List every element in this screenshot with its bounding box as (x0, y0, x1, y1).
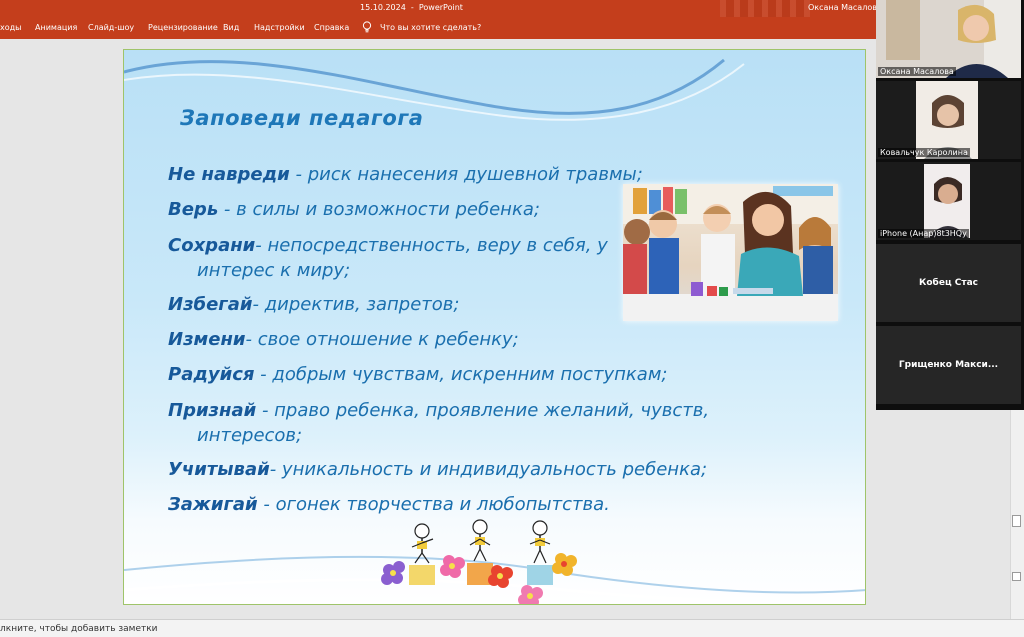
commandment-line: Радуйся - добрым чувствам, искренним пос… (168, 364, 667, 385)
commandment-text: - огонек творчества и любопытства. (257, 494, 610, 515)
participant-tile[interactable]: Ковальчук Каролина (876, 81, 1021, 159)
tab-review[interactable]: Рецензирование (148, 23, 218, 32)
commandment-keyword: Сохрани (168, 235, 256, 256)
commandment-line: Не навреди - риск нанесения душевной тра… (168, 164, 643, 185)
notes-placeholder: лкните, чтобы добавить заметки (0, 624, 158, 634)
commandment-text: - уникальность и индивидуальность ребенк… (269, 459, 708, 480)
participant-name: Грищенко Макси... (898, 360, 999, 370)
participant-tile[interactable]: iPhone (Анар)8t3HQy (876, 162, 1021, 240)
tab-slideshow[interactable]: Слайд-шоу (88, 23, 134, 32)
commandment-keyword: Зажигай (168, 494, 258, 515)
commandment-continuation: интересов; (197, 425, 302, 446)
participant-tile[interactable]: Грищенко Макси... (876, 326, 1021, 404)
participant-name: Кобец Стас (919, 278, 978, 288)
participants-panel: Оксана Масалова Ковальчук Каролина iPhon… (876, 0, 1024, 410)
participant-name: Оксана Масалова (878, 67, 956, 76)
tab-addins[interactable]: Надстройки (254, 23, 305, 32)
tab-transitions[interactable]: ходы (0, 23, 21, 32)
commandment-text: - право ребенка, проявление желаний, чув… (256, 400, 710, 421)
tell-me-search[interactable]: Что вы хотите сделать? (380, 23, 481, 32)
tab-animation[interactable]: Анимация (35, 23, 77, 32)
commandment-continuation: интерес к миру; (197, 260, 350, 281)
commandment-text: - свое отношение к ребенку; (245, 329, 519, 350)
commandment-line: Верь - в силы и возможности ребенка; (168, 199, 540, 220)
lightbulb-icon (362, 21, 372, 33)
scrollbar-down-arrow[interactable] (1012, 572, 1021, 581)
teacher-children-photo (623, 184, 838, 321)
title-bar-decoration (720, 0, 810, 17)
slide-title: Заповеди педагога (180, 106, 424, 130)
cartoon-kids-flowers (381, 519, 577, 604)
commandment-keyword: Радуйся (168, 364, 255, 385)
tab-help[interactable]: Справка (314, 23, 349, 32)
commandment-line: Избегай- директив, запретов; (168, 294, 459, 315)
ribbon-tabs: ходы Анимация Слайд-шоу Рецензирование В… (0, 17, 1024, 39)
commandment-text: интерес к миру; (197, 260, 351, 281)
tab-view[interactable]: Вид (223, 23, 239, 32)
slide-canvas[interactable]: Заповеди педагога Не навреди - риск нане… (123, 49, 866, 605)
participant-name: iPhone (Анар)8t3HQy (878, 229, 969, 238)
commandment-keyword: Не навреди (168, 164, 290, 185)
commandment-keyword: Измени (168, 329, 246, 350)
commandment-text: - в силы и возможности ребенка; (218, 199, 540, 220)
commandment-text: - директив, запретов; (252, 294, 460, 315)
commandment-keyword: Избегай (168, 294, 253, 315)
participant-name: Ковальчук Каролина (878, 148, 970, 157)
commandment-text: - непосредственность, веру в себя, у (255, 235, 608, 256)
commandment-line: Признай - право ребенка, проявление жела… (168, 400, 709, 421)
commandment-line: Сохрани- непосредственность, веру в себя… (168, 235, 608, 256)
scrollbar-thumb[interactable] (1012, 515, 1021, 527)
title-bar: 15.10.2024 - PowerPoint Оксана Масалова (0, 0, 1024, 17)
commandment-line: Зажигай - огонек творчества и любопытств… (168, 494, 610, 515)
notes-pane[interactable]: лкните, чтобы добавить заметки (0, 619, 1024, 637)
commandment-line: Учитывай- уникальность и индивидуальност… (168, 459, 707, 480)
commandment-text: интересов; (197, 425, 303, 446)
commandment-keyword: Учитывай (168, 459, 270, 480)
participant-tile[interactable]: Кобец Стас (876, 244, 1021, 322)
participant-tile[interactable]: Оксана Масалова (876, 0, 1021, 78)
document-title: 15.10.2024 - PowerPoint (360, 3, 463, 12)
commandment-line: Измени- свое отношение к ребенку; (168, 329, 519, 350)
commandment-text: - добрым чувствам, искренним поступкам; (254, 364, 668, 385)
commandment-keyword: Признай (168, 400, 257, 421)
commandment-text: - риск нанесения душевной травмы; (289, 164, 643, 185)
account-name[interactable]: Оксана Масалова (808, 3, 882, 12)
commandment-keyword: Верь (168, 199, 219, 220)
